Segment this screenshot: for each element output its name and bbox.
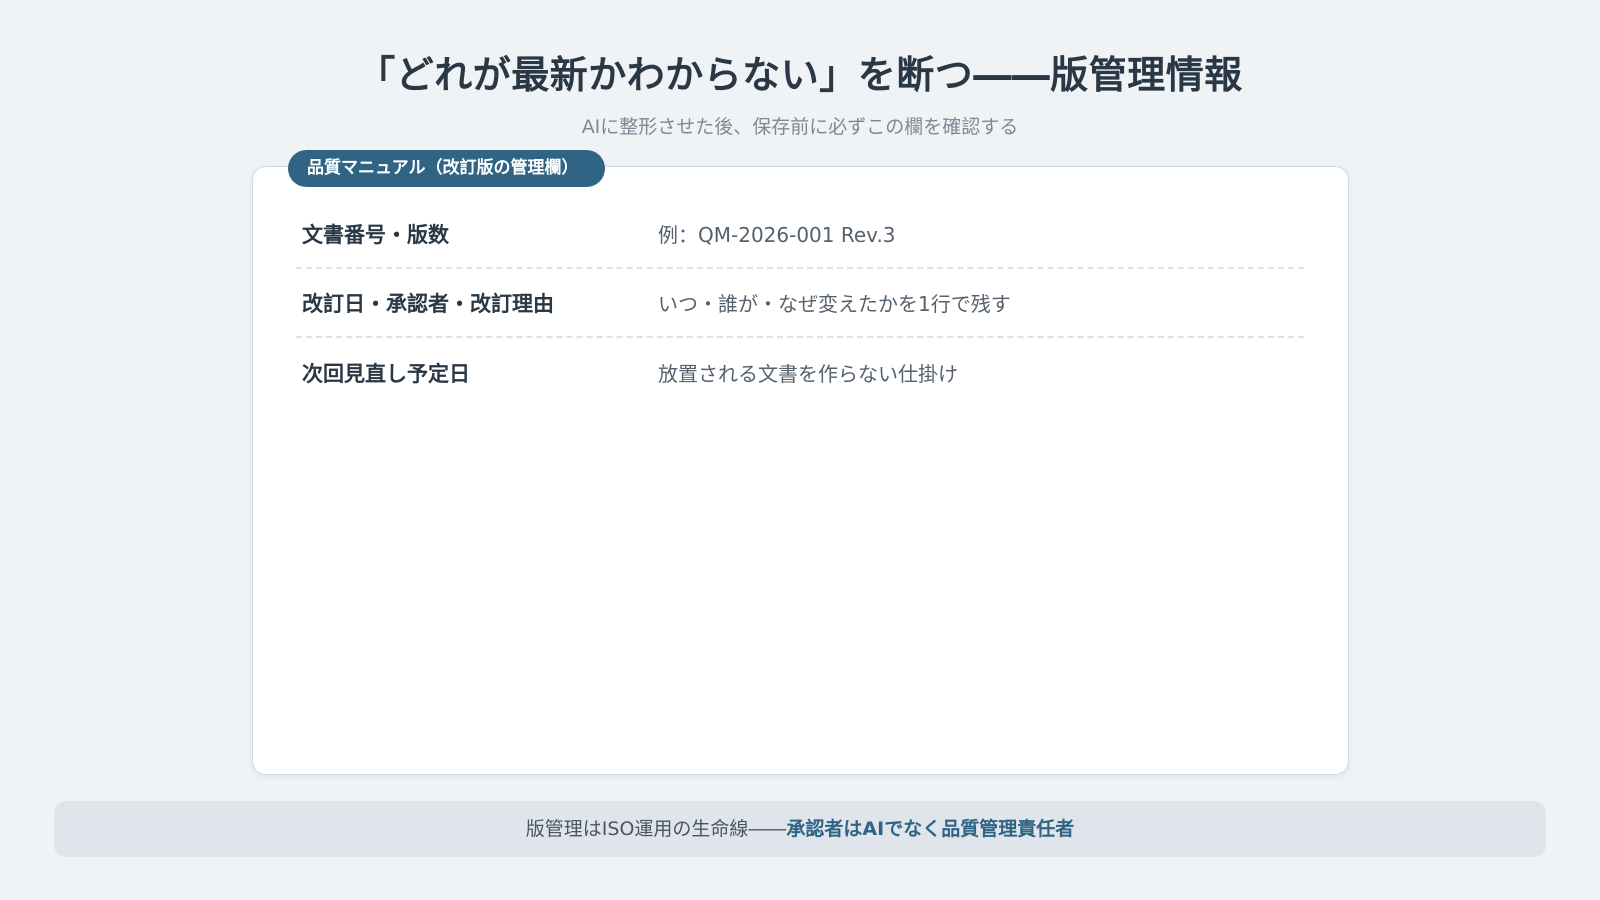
field-label: 改訂日・承認者・改訂理由 — [302, 291, 554, 316]
page-subtitle: AIに整形させた後、保存前に必ずこの欄を確認する — [581, 116, 1019, 138]
footer-text: 版管理はISO運用の生命線―― — [525, 818, 787, 840]
field-value: 例：QM-2026-001 Rev.3 — [658, 223, 896, 247]
field-row-revision-info: 改訂日・承認者・改訂理由 いつ・誰が・なぜ変えたかを1行で残す — [296, 269, 1304, 338]
management-fields: 文書番号・版数 例：QM-2026-001 Rev.3 改訂日・承認者・改訂理由… — [296, 200, 1304, 407]
footer-emphasis: 承認者はAIでなく品質管理責任者 — [786, 818, 1075, 840]
field-row-document-number: 文書番号・版数 例：QM-2026-001 Rev.3 — [296, 200, 1304, 269]
field-label: 次回見直し予定日 — [302, 361, 470, 386]
field-value: 放置される文書を作らない仕掛け — [658, 362, 958, 386]
page-title: 「どれが最新かわからない」を断つ――版管理情報 — [357, 53, 1243, 97]
field-row-next-review: 次回見直し予定日 放置される文書を作らない仕掛け — [296, 338, 1304, 407]
slide: 「どれが最新かわからない」を断つ――版管理情報 AIに整形させた後、保存前に必ず… — [0, 0, 1600, 900]
footer-note: 版管理はISO運用の生命線――承認者はAIでなく品質管理責任者 — [54, 801, 1546, 857]
field-value: いつ・誰が・なぜ変えたかを1行で残す — [658, 292, 1011, 316]
card-tag: 品質マニュアル（改訂版の管理欄） — [288, 150, 605, 187]
field-label: 文書番号・版数 — [302, 222, 449, 247]
